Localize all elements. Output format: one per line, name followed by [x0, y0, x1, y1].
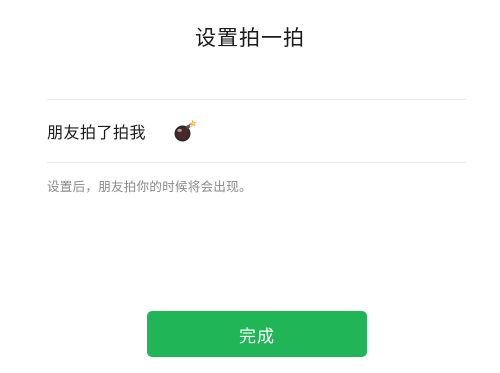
done-button[interactable]: 完成: [147, 311, 367, 357]
pat-suffix-input[interactable]: [172, 114, 372, 148]
pat-settings-page: 设置拍一拍 朋友拍了拍我 设置后，朋友拍你的时候将会出现。 完成: [0, 0, 500, 373]
pat-input-row: 朋友拍了拍我: [47, 100, 466, 162]
pat-prefix-label: 朋友拍了拍我: [47, 123, 147, 142]
bomb-icon: [172, 118, 198, 144]
pat-hint-text: 设置后，朋友拍你的时候将会出现。: [47, 179, 252, 194]
divider-bottom: [47, 162, 466, 163]
page-title: 设置拍一拍: [195, 26, 305, 50]
